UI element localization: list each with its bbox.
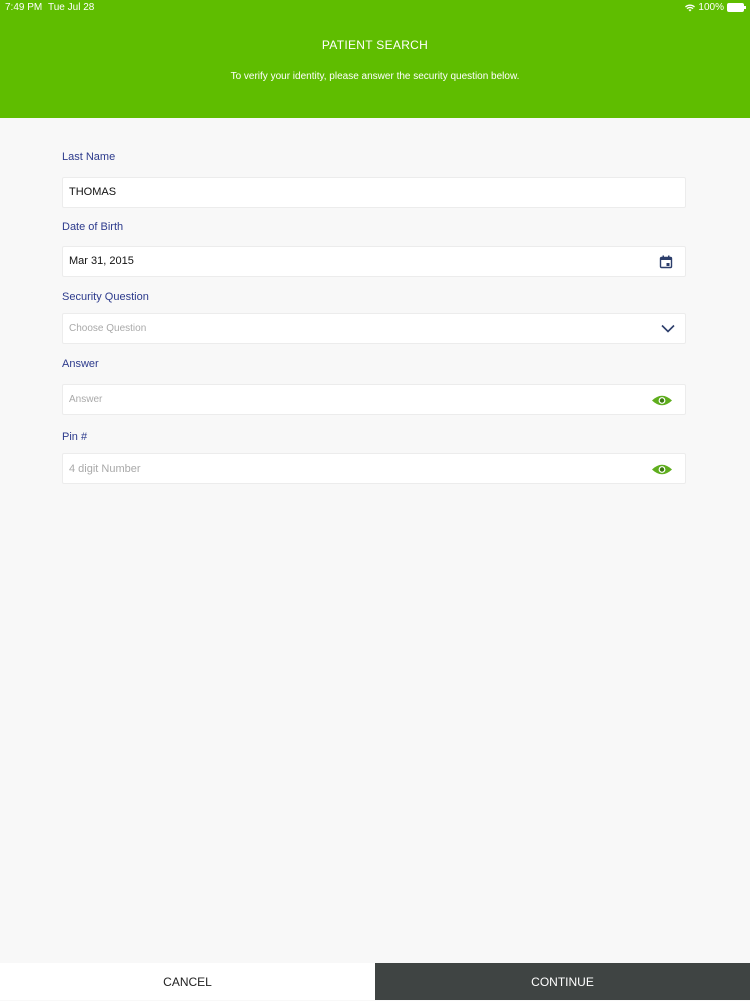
security-question-label: Security Question (62, 291, 149, 303)
security-question-placeholder: Choose Question (69, 323, 147, 334)
last-name-label: Last Name (62, 151, 116, 163)
status-time: 7:49 PM (5, 2, 43, 13)
answer-label: Answer (62, 358, 99, 370)
eye-icon[interactable] (651, 394, 673, 407)
battery-percent: 100% (698, 2, 724, 13)
dob-label: Date of Birth (62, 221, 124, 233)
battery-icon (727, 3, 746, 12)
calendar-icon[interactable] (659, 255, 673, 269)
page-subtitle: To verify your identity, please answer t… (230, 71, 520, 82)
wifi-icon (685, 3, 696, 11)
security-question-select[interactable]: Choose Question (62, 313, 686, 344)
chevron-down-icon[interactable] (661, 324, 675, 333)
dob-field[interactable]: Mar 31, 2015 (62, 246, 686, 277)
eye-icon[interactable] (651, 463, 673, 476)
page-title: PATIENT SEARCH (321, 38, 429, 52)
last-name-field[interactable]: THOMAS (62, 177, 686, 208)
dob-value: Mar 31, 2015 (69, 255, 134, 267)
pin-label: Pin # (62, 431, 88, 443)
answer-field[interactable]: Answer (62, 384, 686, 415)
last-name-value: THOMAS (69, 186, 117, 198)
pin-field[interactable]: 4 digit Number (62, 453, 686, 484)
status-bar: 7:49 PM Tue Jul 28 100% (0, 0, 750, 16)
status-right: 100% (685, 2, 746, 13)
answer-placeholder: Answer (69, 394, 103, 405)
cancel-button[interactable]: CANCEL (0, 963, 375, 1000)
status-date: Tue Jul 28 (48, 2, 95, 13)
pin-placeholder: 4 digit Number (69, 463, 141, 475)
header-bar: 7:49 PM Tue Jul 28 100% PATIENT SEARCH T… (0, 0, 750, 118)
continue-button[interactable]: CONTINUE (375, 963, 750, 1000)
